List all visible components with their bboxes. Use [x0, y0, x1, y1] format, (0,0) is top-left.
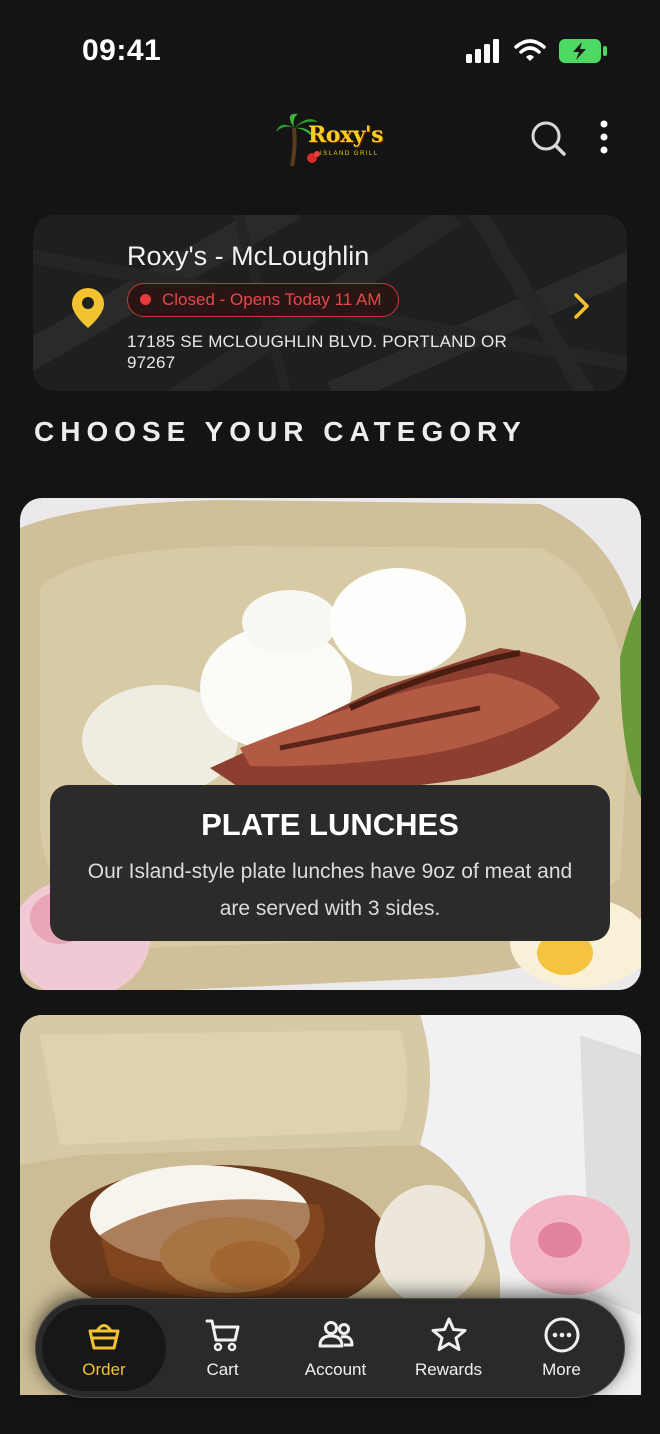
logo-subtext: ISLAND GRILL — [320, 151, 379, 157]
app-header: Roxy's ISLAND GRILL — [0, 100, 660, 180]
tab-order-label: Order — [82, 1360, 126, 1379]
location-pin-icon — [72, 288, 104, 328]
cart-icon — [205, 1319, 239, 1352]
search-icon — [531, 121, 566, 156]
tab-account[interactable]: Account — [279, 1305, 392, 1391]
more-menu-button[interactable] — [590, 118, 618, 158]
battery-charging-icon — [559, 39, 607, 63]
bottom-tab-bar: Order Cart Account Rewards More — [35, 1298, 625, 1398]
category-info-box: PLATE LUNCHES Our Island-style plate lun… — [50, 785, 610, 941]
basket-icon — [88, 1324, 120, 1350]
tab-rewards-label: Rewards — [414, 1360, 483, 1379]
roxys-logo: Roxy's ISLAND GRILL — [274, 110, 390, 170]
users-icon — [318, 1321, 353, 1348]
more-circle-icon — [544, 1317, 579, 1353]
star-icon — [431, 1317, 466, 1351]
more-vertical-icon — [600, 120, 608, 154]
store-status-badge: Closed - Opens Today 11 AM — [127, 283, 399, 317]
status-time: 09:41 — [82, 34, 162, 67]
tab-more[interactable]: More — [505, 1305, 618, 1391]
logo-text: Roxy's — [308, 122, 383, 148]
store-address: 17185 SE MCLOUGHLIN BLVD. PORTLAND OR 97… — [127, 332, 507, 372]
status-icons — [466, 38, 608, 64]
category-title: PLATE LUNCHES — [201, 807, 459, 842]
tab-cart-label: Cart — [206, 1360, 239, 1379]
status-bar: 09:41 — [0, 0, 660, 100]
tab-cart[interactable]: Cart — [166, 1305, 279, 1391]
signal-icon — [466, 39, 499, 63]
tab-rewards[interactable]: Rewards — [392, 1305, 505, 1391]
wifi-icon — [514, 39, 546, 61]
tab-more-label: More — [542, 1360, 581, 1379]
section-heading: CHOOSE YOUR CATEGORY — [34, 416, 527, 447]
chevron-right-icon — [574, 293, 589, 319]
store-name: Roxy's - McLoughlin — [127, 241, 370, 271]
tab-order[interactable]: Order — [42, 1305, 166, 1391]
search-button[interactable] — [528, 118, 568, 158]
tab-account-label: Account — [304, 1360, 367, 1379]
store-location-card[interactable]: Roxy's - McLoughlin Closed - Opens Today… — [33, 215, 627, 391]
store-status-text: Closed - Opens Today 11 AM — [162, 290, 382, 309]
category-card-plate-lunches[interactable]: PLATE LUNCHES Our Island-style plate lun… — [20, 498, 641, 990]
category-description: Our Island-style plate lunches have 9oz … — [87, 860, 573, 920]
bottom-safe-area — [0, 1395, 660, 1434]
status-dot — [140, 294, 151, 305]
